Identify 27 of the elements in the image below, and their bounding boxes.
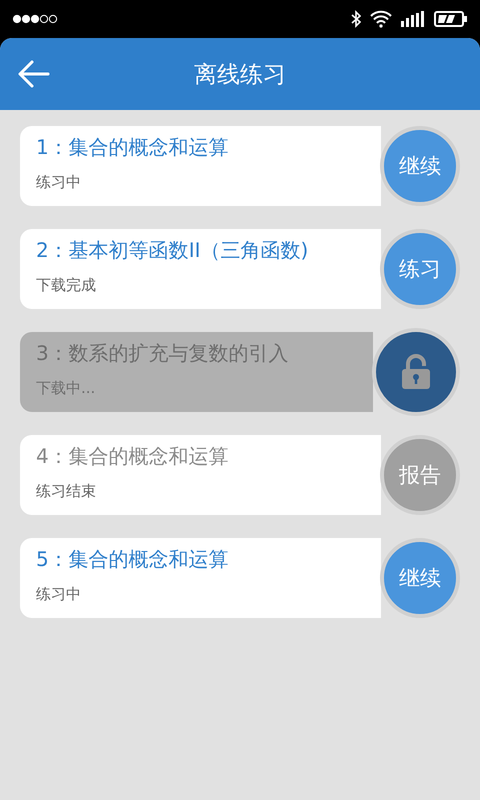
page-title: 离线练习	[193, 60, 287, 90]
lesson-status: 练习结束	[36, 482, 97, 501]
lesson-status: 下载完成	[36, 276, 97, 295]
lesson-status: 练习中	[36, 173, 82, 192]
lesson-card[interactable]: 4：集合的概念和运算 练习结束	[20, 435, 381, 515]
action-button[interactable]: 继续	[380, 538, 460, 618]
lesson-title: 4：集合的概念和运算	[36, 443, 230, 470]
report-button[interactable]: 报告	[380, 435, 460, 515]
lesson-title: 2：基本初等函数II（三角函数)	[36, 237, 310, 264]
lesson-status: 练习中	[36, 585, 82, 604]
action-button[interactable]: 继续	[380, 126, 460, 206]
back-arrow-icon[interactable]	[18, 60, 50, 88]
lesson-title: 5：集合的概念和运算	[36, 546, 230, 573]
cellular-signal-icon	[401, 11, 425, 27]
bluetooth-icon	[351, 10, 361, 28]
lock-icon	[401, 354, 431, 390]
lesson-card[interactable]: 3：数系的扩充与复数的引入 下载中...	[20, 332, 373, 412]
signal-strength-icon	[12, 14, 58, 24]
lesson-card[interactable]: 1：集合的概念和运算 练习中	[20, 126, 381, 206]
wifi-icon	[370, 10, 392, 28]
lesson-title: 1：集合的概念和运算	[36, 134, 230, 161]
lesson-status: 下载中...	[36, 379, 96, 398]
lesson-title: 3：数系的扩充与复数的引入	[36, 340, 290, 367]
lesson-card[interactable]: 2：基本初等函数II（三角函数) 下载完成	[20, 229, 381, 309]
action-button[interactable]: 练习	[380, 229, 460, 309]
battery-icon	[434, 10, 468, 28]
lesson-card[interactable]: 5：集合的概念和运算 练习中	[20, 538, 381, 618]
